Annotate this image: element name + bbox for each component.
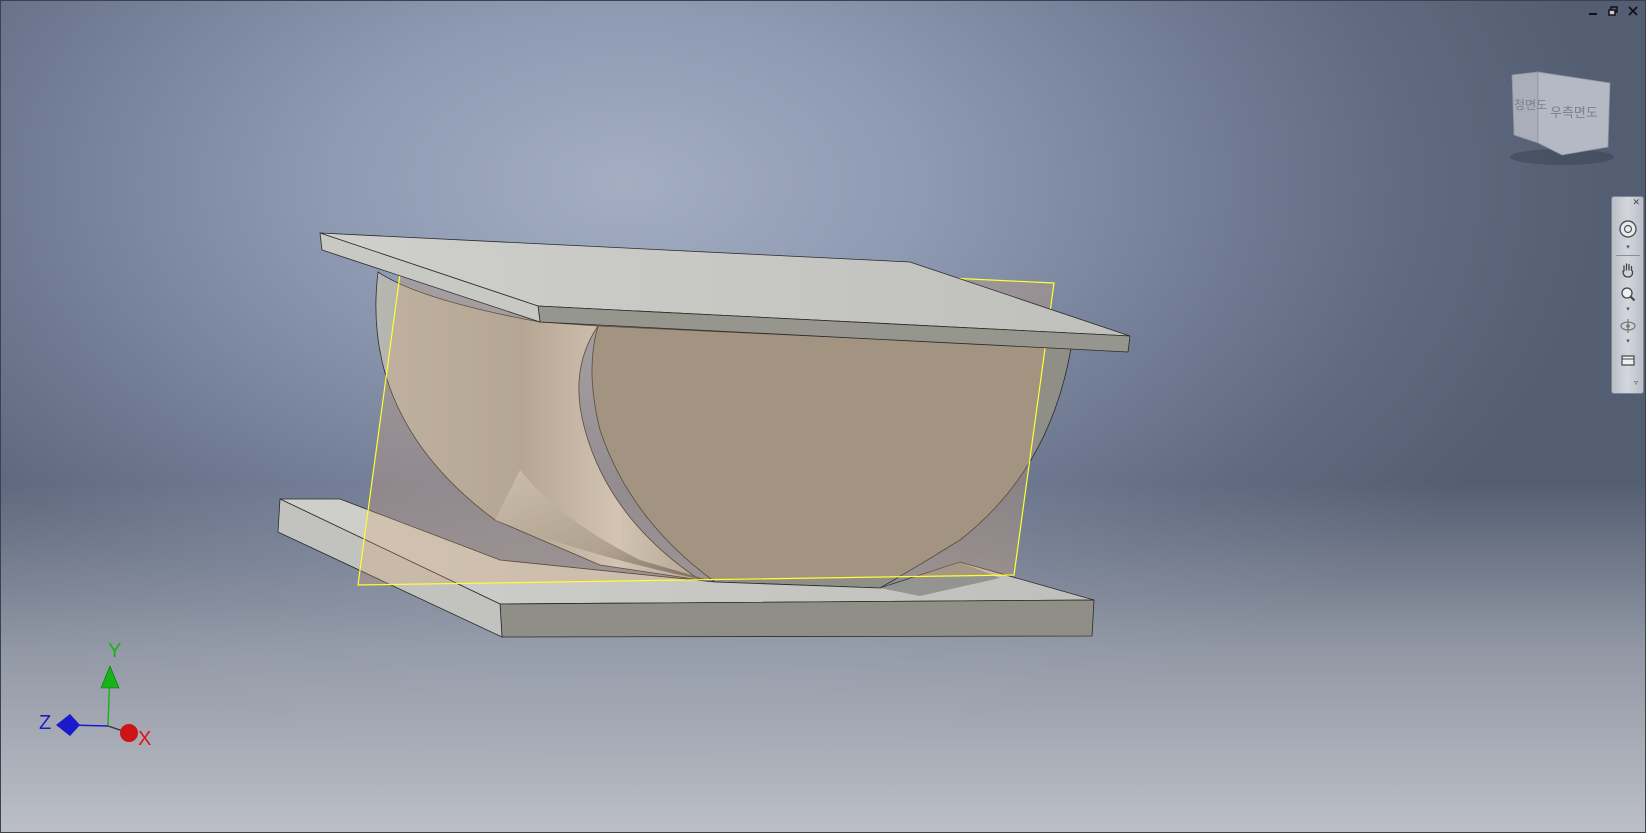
- close-icon[interactable]: [1626, 4, 1640, 18]
- steering-wheel-icon[interactable]: [1616, 217, 1640, 241]
- x-axis-label: X: [138, 728, 152, 750]
- window-controls: [1586, 4, 1640, 18]
- viewcube[interactable]: 정면도 우측면도: [1500, 65, 1620, 170]
- orbit-dropdown-icon[interactable]: ▾: [1616, 337, 1640, 345]
- y-axis-cone: [100, 665, 120, 689]
- navigation-bar: ✕ ▾ ▾ ▾ ▿: [1611, 196, 1644, 394]
- zoom-dropdown-icon[interactable]: ▾: [1616, 305, 1640, 313]
- axis-triad: Y Z X: [30, 640, 170, 760]
- pan-hand-icon[interactable]: [1616, 259, 1640, 281]
- y-axis-label: Y: [108, 640, 122, 662]
- minimize-icon[interactable]: [1586, 4, 1600, 18]
- nav-bar-customize-icon[interactable]: ▿: [1631, 377, 1641, 387]
- nav-bar-close-icon[interactable]: ✕: [1632, 198, 1640, 208]
- viewcube-front-label: 정면도: [1514, 98, 1547, 112]
- steering-wheel-dropdown-icon[interactable]: ▾: [1616, 243, 1640, 251]
- model-viewport[interactable]: [0, 0, 1646, 833]
- bottom-flange-front: [499, 599, 1095, 638]
- x-axis-cone: [120, 724, 138, 742]
- z-axis-cone: [56, 714, 80, 736]
- zoom-icon[interactable]: [1616, 283, 1640, 305]
- look-at-icon[interactable]: [1616, 349, 1640, 371]
- restore-icon[interactable]: [1606, 4, 1620, 18]
- z-axis-label: Z: [39, 712, 52, 734]
- viewcube-right-label: 우측면도: [1550, 106, 1598, 121]
- orbit-icon[interactable]: [1616, 315, 1640, 337]
